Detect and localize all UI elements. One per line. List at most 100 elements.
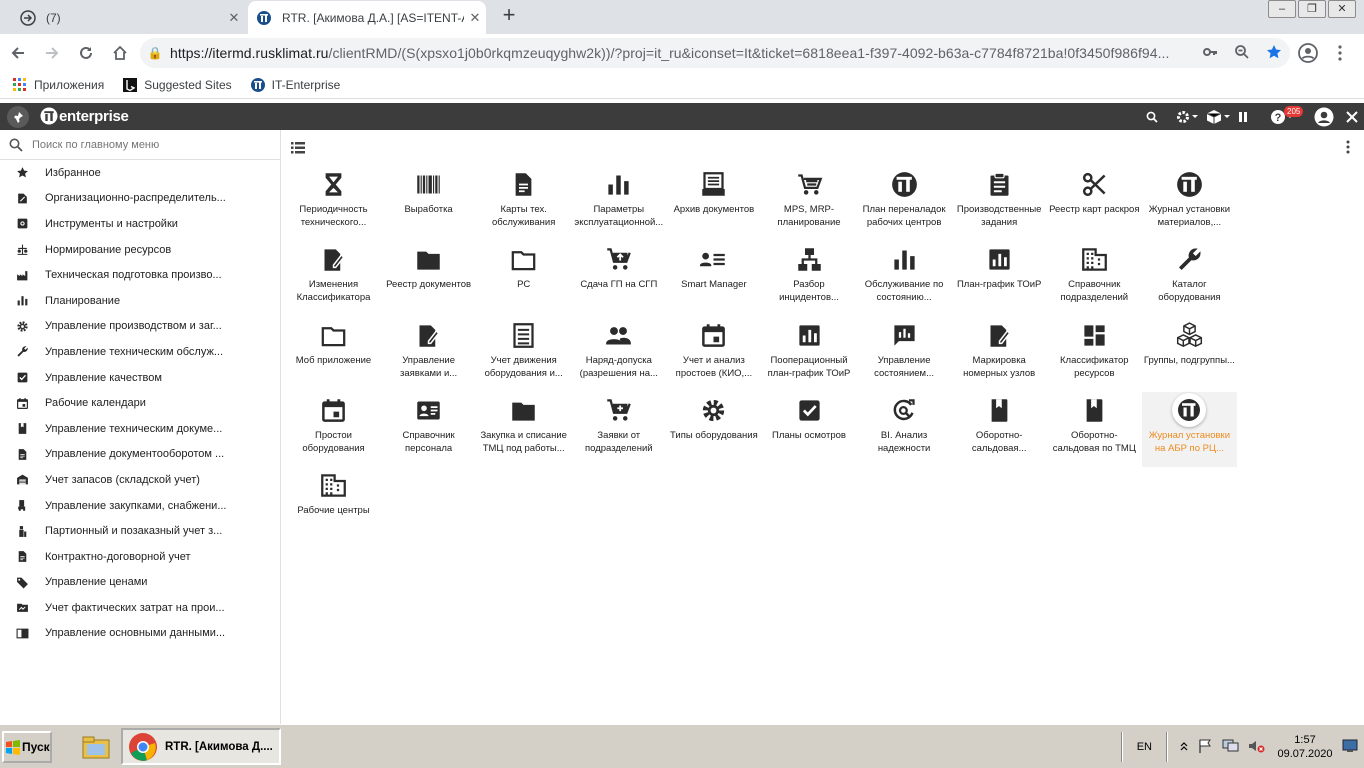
app-tile[interactable]: MPS, MRP-планирование bbox=[762, 166, 857, 241]
app-tile[interactable]: Планы осмотров bbox=[762, 392, 857, 467]
menu-search-input[interactable] bbox=[32, 138, 262, 151]
app-tile[interactable]: Карты тех. обслуживания bbox=[476, 166, 571, 241]
bookmark-star-icon[interactable] bbox=[1258, 44, 1290, 63]
sidebar-item[interactable]: Контрактно-договорной учет bbox=[0, 544, 280, 570]
flag-icon[interactable] bbox=[1198, 739, 1214, 756]
list-view-icon[interactable] bbox=[291, 141, 305, 159]
tab-close-icon[interactable]: ✕ bbox=[223, 10, 245, 26]
app-tile[interactable]: Выработка bbox=[381, 166, 476, 241]
app-tile[interactable]: Пооперационный план-график ТОиР bbox=[762, 317, 857, 392]
app-tile[interactable]: Управление заявками и... bbox=[381, 317, 476, 392]
app-tile[interactable]: Периодичность технического... bbox=[286, 166, 381, 241]
minimize-button[interactable]: – bbox=[1268, 0, 1296, 18]
app-tile[interactable]: Архив документов bbox=[666, 166, 761, 241]
omnibox[interactable]: 🔒 https://itermd.rusklimat.ru/clientRMD/… bbox=[140, 38, 1290, 68]
tab-close-icon[interactable]: ✕ bbox=[464, 10, 486, 26]
app-tile[interactable]: Учет и анализ простоев (КИО,... bbox=[666, 317, 761, 392]
sidebar-item[interactable]: Организационно-распределитель... bbox=[0, 186, 280, 212]
maximize-button[interactable]: ❐ bbox=[1298, 0, 1326, 18]
new-tab-button[interactable]: + bbox=[498, 4, 520, 27]
app-tile[interactable]: Закупка и списание ТМЦ под работы... bbox=[476, 392, 571, 467]
sidebar-item[interactable]: Партионный и позаказный учет з... bbox=[0, 518, 280, 544]
app-tile[interactable]: Оборотно-сальдовая... bbox=[952, 392, 1047, 467]
sidebar-item[interactable]: Управление техническим обслуж... bbox=[0, 339, 280, 365]
app-tile[interactable]: Простои оборудования bbox=[286, 392, 381, 467]
browser-tab-2[interactable]: RTR. [Акимова Д.А.] [AS=ITENT-AI ✕ bbox=[248, 1, 486, 34]
app-tile[interactable]: Параметры эксплуатационной... bbox=[571, 166, 666, 241]
app-tile[interactable]: Рабочие центры bbox=[286, 467, 381, 542]
start-button[interactable]: Пуск bbox=[2, 731, 52, 763]
app-tile[interactable]: Классификатор ресурсов bbox=[1047, 317, 1142, 392]
app-tile[interactable]: Производственные задания bbox=[952, 166, 1047, 241]
header-settings-icon[interactable] bbox=[1176, 103, 1198, 130]
lock-icon[interactable]: 🔒 bbox=[140, 46, 170, 60]
app-tile[interactable]: Сдача ГП на СГП bbox=[571, 241, 666, 316]
sidebar-item[interactable]: Техническая подготовка произво... bbox=[0, 262, 280, 288]
workspace-menu-icon[interactable] bbox=[1346, 140, 1350, 159]
home-button[interactable] bbox=[104, 37, 136, 69]
bookmark-apps[interactable]: Приложения bbox=[12, 77, 104, 93]
app-tile[interactable]: Каталог оборудования bbox=[1142, 241, 1237, 316]
browser-tab-1[interactable]: (7) ✕ bbox=[12, 1, 245, 34]
language-indicator[interactable]: EN bbox=[1137, 741, 1152, 753]
pause-icon[interactable] bbox=[1238, 103, 1248, 130]
volume-muted-icon[interactable] bbox=[1248, 739, 1266, 756]
app-tile[interactable]: Журнал установки материалов,... bbox=[1142, 166, 1237, 241]
app-tile[interactable]: PC bbox=[476, 241, 571, 316]
app-tile[interactable]: Заявки от подразделений bbox=[571, 392, 666, 467]
sidebar-item[interactable]: Учет запасов (складской учет) bbox=[0, 467, 280, 493]
app-tile[interactable]: Реестр карт раскроя bbox=[1047, 166, 1142, 241]
app-tile[interactable]: Справочник персонала bbox=[381, 392, 476, 467]
close-window-button[interactable]: ✕ bbox=[1328, 0, 1356, 18]
zoom-icon[interactable] bbox=[1226, 44, 1258, 63]
app-tile[interactable]: Группы, подгруппы... bbox=[1142, 317, 1237, 392]
user-avatar-icon[interactable] bbox=[1314, 103, 1334, 130]
app-tile[interactable]: Учет движения оборудования и... bbox=[476, 317, 571, 392]
taskbar-chrome-window[interactable]: RTR. [Акимова Д.... bbox=[121, 728, 281, 765]
header-cube-icon[interactable] bbox=[1206, 103, 1230, 130]
sidebar-item[interactable]: Управление ценами bbox=[0, 570, 280, 596]
sidebar-item[interactable]: Управление закупками, снабжени... bbox=[0, 493, 280, 519]
browser-menu-icon[interactable] bbox=[1324, 40, 1356, 66]
notification-badge[interactable]: 205 bbox=[1284, 106, 1304, 117]
profile-icon[interactable] bbox=[1292, 40, 1324, 66]
app-tile[interactable]: Наряд-допуска (разрешения на... bbox=[571, 317, 666, 392]
app-tile[interactable]: Маркировка номерных узлов bbox=[952, 317, 1047, 392]
app-tile[interactable]: Разбор инцидентов... bbox=[762, 241, 857, 316]
sidebar-item[interactable]: Рабочие календари bbox=[0, 390, 280, 416]
sidebar-item[interactable]: Планирование bbox=[0, 288, 280, 314]
sidebar-item[interactable]: Учет фактических затрат на прои... bbox=[0, 595, 280, 621]
app-tile[interactable]: Справочник подразделений bbox=[1047, 241, 1142, 316]
app-tile[interactable]: Оборотно-сальдовая по ТМЦ bbox=[1047, 392, 1142, 467]
sidebar-item[interactable]: Инструменты и настройки bbox=[0, 211, 280, 237]
network-icon[interactable] bbox=[1222, 739, 1240, 756]
bookmark-suggested-sites[interactable]: Suggested Sites bbox=[122, 77, 232, 93]
clock[interactable]: 1:57 09.07.2020 bbox=[1270, 733, 1340, 761]
app-tile[interactable]: BI. Анализ надежности bbox=[857, 392, 952, 467]
bookmark-it-enterprise[interactable]: IT-Enterprise bbox=[250, 77, 340, 93]
sidebar-item[interactable]: Управление основными данными... bbox=[0, 621, 280, 647]
app-tile[interactable]: Журнал установки на АБР по РЦ... bbox=[1141, 391, 1237, 467]
sidebar-item[interactable]: Управление производством и заг... bbox=[0, 314, 280, 340]
app-tile[interactable]: Изменения Классификатора bbox=[286, 241, 381, 316]
sidebar-item[interactable]: Управление документооборотом ... bbox=[0, 442, 280, 468]
app-tile[interactable]: Smart Manager bbox=[666, 241, 761, 316]
explorer-quicklaunch-icon[interactable] bbox=[78, 731, 114, 763]
header-search-icon[interactable] bbox=[1146, 103, 1158, 130]
app-tile[interactable]: Типы оборудования bbox=[666, 392, 761, 467]
key-icon[interactable] bbox=[1194, 44, 1226, 63]
help-icon[interactable]: ? 205 bbox=[1262, 103, 1304, 130]
sidebar-item[interactable]: Управление качеством bbox=[0, 365, 280, 391]
app-tile[interactable]: Управление состоянием... bbox=[857, 317, 952, 392]
app-tile[interactable]: План-график ТОиР bbox=[952, 241, 1047, 316]
app-tile[interactable]: Обслуживание по состоянию... bbox=[857, 241, 952, 316]
sidebar-item[interactable]: Управление техническим докуме... bbox=[0, 416, 280, 442]
back-button[interactable] bbox=[2, 37, 34, 69]
app-tile[interactable]: Реестр документов bbox=[381, 241, 476, 316]
app-tile[interactable]: Моб приложение bbox=[286, 317, 381, 392]
pin-menu-button[interactable] bbox=[7, 106, 29, 128]
app-close-icon[interactable] bbox=[1346, 103, 1358, 130]
sidebar-item[interactable]: Нормирование ресурсов bbox=[0, 237, 280, 263]
sidebar-item[interactable]: Избранное bbox=[0, 160, 280, 186]
app-tile[interactable]: План переналадок рабочих центров bbox=[857, 166, 952, 241]
